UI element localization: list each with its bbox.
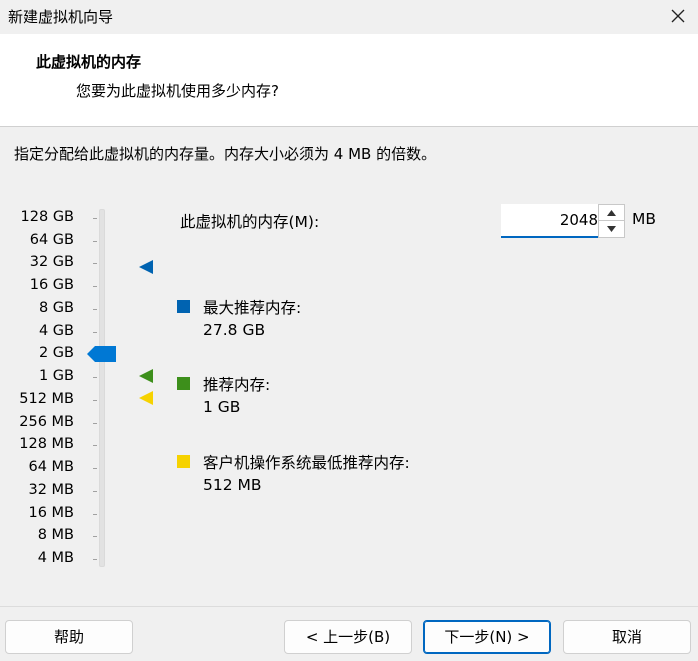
spin-buttons — [598, 204, 625, 238]
scale-tick — [93, 263, 97, 264]
scale-label: 32 GB — [29, 254, 74, 270]
wizard-header: 此虚拟机的内存 您要为此虚拟机使用多少内存? — [0, 34, 698, 127]
scale-label: 256 MB — [19, 414, 74, 430]
guest-min-label: 客户机操作系统最低推荐内存: — [203, 454, 410, 472]
scale-label: 16 MB — [28, 505, 74, 521]
next-button[interactable]: 下一步(N) > — [423, 620, 551, 654]
page-title: 此虚拟机的内存 — [36, 53, 142, 71]
scale-label: 16 GB — [29, 277, 74, 293]
spin-down-button[interactable] — [599, 221, 624, 237]
max-recommended-swatch — [177, 300, 190, 313]
window-title: 新建虚拟机向导 — [8, 8, 114, 26]
scale-label: 64 MB — [28, 459, 74, 475]
scale-label: 128 GB — [20, 209, 74, 225]
max-recommended-value: 27.8 GB — [203, 321, 266, 339]
scale-label: 8 GB — [38, 300, 74, 316]
scale-tick — [93, 423, 97, 424]
scale-label: 8 MB — [37, 527, 74, 543]
instruction-text: 指定分配给此虚拟机的内存量。内存大小必须为 4 MB 的倍数。 — [14, 145, 437, 163]
title-bar: 新建虚拟机向导 — [0, 0, 698, 34]
cancel-button[interactable]: 取消 — [563, 620, 691, 654]
memory-input[interactable] — [501, 204, 598, 238]
recommended-swatch — [177, 377, 190, 390]
close-icon — [671, 9, 685, 23]
scale-label: 4 MB — [37, 550, 74, 566]
help-button[interactable]: 帮助 — [5, 620, 133, 654]
scale-tick — [93, 241, 97, 242]
memory-spinbox[interactable] — [501, 204, 625, 238]
scale-label: 64 GB — [29, 232, 74, 248]
arrow-down-icon — [607, 226, 616, 232]
guest-min-swatch — [177, 455, 190, 468]
scale-tick — [93, 400, 97, 401]
max-recommended-marker — [139, 260, 153, 274]
recommended-value: 1 GB — [203, 398, 241, 416]
spin-up-button[interactable] — [599, 205, 624, 221]
scale-label: 2 GB — [38, 345, 74, 361]
memory-slider-track[interactable] — [99, 209, 105, 567]
close-button[interactable] — [664, 3, 692, 29]
scale-tick — [93, 332, 97, 333]
scale-tick — [93, 218, 97, 219]
scale-tick — [93, 309, 97, 310]
scale-label: 1 GB — [38, 368, 74, 384]
recommended-label: 推荐内存: — [203, 376, 271, 394]
recommended-marker — [139, 369, 153, 383]
guest-min-value: 512 MB — [203, 476, 262, 494]
scale-label: 32 MB — [28, 482, 74, 498]
max-recommended-label: 最大推荐内存: — [203, 299, 302, 317]
back-button[interactable]: < 上一步(B) — [284, 620, 412, 654]
scale-tick — [93, 377, 97, 378]
scale-tick — [93, 536, 97, 537]
memory-field-label: 此虚拟机的内存(M): — [180, 213, 320, 231]
guest-min-marker — [139, 391, 153, 405]
arrow-up-icon — [607, 210, 616, 216]
scale-tick — [93, 559, 97, 560]
scale-tick — [93, 514, 97, 515]
page-subtitle: 您要为此虚拟机使用多少内存? — [76, 82, 279, 100]
scale-tick — [93, 468, 97, 469]
scale-label: 128 MB — [19, 436, 74, 452]
scale-label: 4 GB — [38, 323, 74, 339]
scale-tick — [93, 445, 97, 446]
memory-slider-thumb[interactable] — [87, 346, 116, 362]
footer-divider — [0, 606, 698, 607]
memory-unit: MB — [632, 210, 657, 228]
scale-label: 512 MB — [19, 391, 74, 407]
scale-tick — [93, 286, 97, 287]
scale-tick — [93, 491, 97, 492]
